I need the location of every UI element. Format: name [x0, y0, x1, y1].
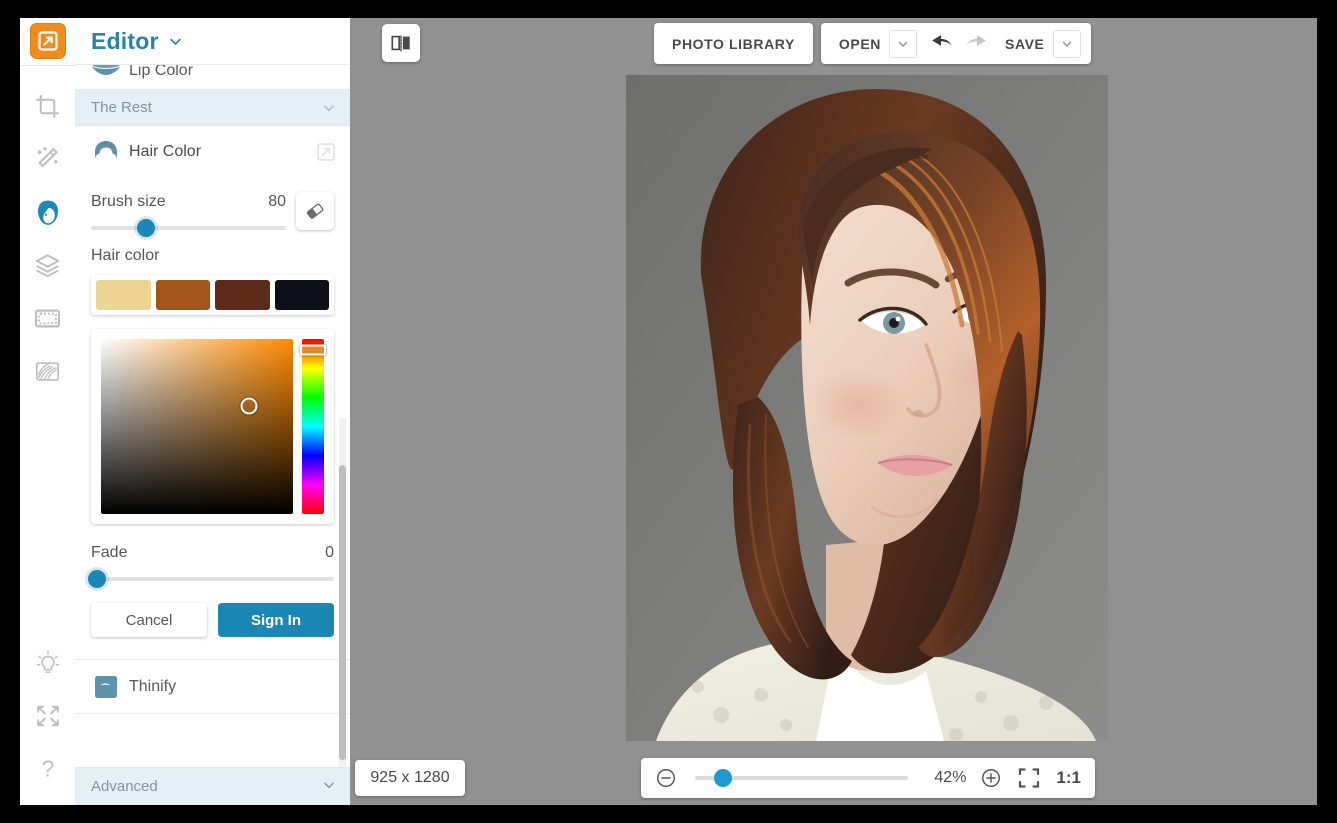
zoom-level-value: 42% [924, 769, 966, 787]
fade-knob[interactable] [88, 570, 106, 588]
tool-item-lip-color[interactable]: Lip Color [75, 65, 350, 90]
save-button[interactable]: SAVE [995, 23, 1053, 64]
brush-size-header: Brush size 80 [91, 189, 286, 211]
page-title: Editor [91, 28, 159, 55]
photo-canvas[interactable] [626, 75, 1108, 741]
open-button[interactable]: OPEN [825, 23, 889, 64]
sidebar-item-crop[interactable] [20, 80, 75, 133]
application-window: ? Editor Lip Color [20, 18, 1317, 805]
cancel-button[interactable]: Cancel [91, 603, 207, 637]
lightbulb-icon[interactable] [20, 636, 75, 689]
chevron-down-icon[interactable] [322, 778, 336, 796]
brush-size-value: 80 [268, 193, 286, 211]
zoom-out-circle-icon[interactable] [653, 765, 679, 791]
fade-value: 0 [325, 544, 334, 562]
scale-icon [91, 672, 129, 702]
file-actions-group: OPEN SAVE [821, 23, 1091, 64]
chevron-down-icon[interactable] [168, 34, 183, 49]
fade-slider[interactable] [91, 577, 334, 581]
canvas-stage: PHOTO LIBRARY OPEN SAVE [350, 18, 1317, 805]
hair-color-swatch-label: Hair color [91, 247, 334, 265]
tool-item-label: Lip Color [129, 65, 336, 80]
expand-icon[interactable] [20, 689, 75, 742]
tool-item-label: Hair Color [129, 143, 315, 161]
rail-secondary-tools: ? [20, 636, 75, 805]
saturation-value-area[interactable] [101, 339, 293, 514]
undo-icon[interactable] [923, 23, 959, 64]
hue-cursor[interactable] [300, 344, 326, 355]
fit-to-screen-icon[interactable] [1016, 765, 1042, 791]
swatch-dark-brown[interactable] [215, 280, 270, 310]
rail-primary-tools [20, 66, 75, 636]
panel-scroll-area: Lip Color The Rest Hair Color [75, 65, 350, 805]
help-icon[interactable]: ? [20, 742, 75, 795]
section-label: Advanced [91, 778, 322, 795]
image-dimensions: 925 x 1280 [355, 760, 465, 796]
sv-cursor[interactable] [240, 397, 257, 414]
hair-color-swatches [91, 275, 334, 315]
fade-header: Fade 0 [91, 524, 334, 562]
panel-scrollbar-thumb[interactable] [339, 465, 346, 760]
panel-header[interactable]: Editor [75, 18, 350, 65]
tool-item-thinify[interactable]: Thinify [75, 659, 350, 714]
brush-size-slider[interactable] [91, 226, 286, 230]
section-label: The Rest [91, 99, 322, 116]
chevron-down-icon[interactable] [322, 101, 336, 115]
zoom-slider[interactable] [695, 776, 908, 780]
redo-icon[interactable] [959, 23, 995, 64]
brush-size-row: Brush size 80 [91, 178, 334, 230]
brush-size-knob[interactable] [137, 219, 155, 237]
sign-in-button[interactable]: Sign In [218, 603, 334, 637]
swatch-blonde[interactable] [96, 280, 151, 310]
zoom-in-circle-icon[interactable] [978, 765, 1004, 791]
section-header-advanced[interactable]: Advanced [75, 767, 350, 805]
tool-item-label: Thinify [129, 678, 336, 696]
zoom-toolbar: 42% 1:1 [641, 758, 1095, 798]
premium-upgrade-icon[interactable] [315, 142, 336, 163]
fade-label: Fade [91, 544, 127, 562]
hue-slider[interactable] [302, 339, 324, 514]
editor-panel: Editor Lip Color The Rest [75, 18, 351, 805]
svg-text:?: ? [41, 756, 54, 782]
swatch-black[interactable] [275, 280, 330, 310]
sidebar-item-beautify[interactable] [20, 186, 75, 239]
hair-icon [91, 139, 129, 165]
action-buttons: Cancel Sign In [91, 581, 334, 651]
color-picker [91, 329, 334, 524]
app-logo-arrow-icon[interactable] [30, 23, 66, 59]
open-dropdown-caret-icon[interactable] [889, 30, 917, 58]
tool-item-hair-color[interactable]: Hair Color [75, 126, 350, 178]
lips-icon [91, 65, 129, 80]
sidebar-item-textures[interactable] [20, 345, 75, 398]
save-dropdown-caret-icon[interactable] [1053, 30, 1081, 58]
sidebar-item-touch-up[interactable] [20, 133, 75, 186]
top-toolbar: PHOTO LIBRARY OPEN SAVE [654, 23, 1091, 64]
sidebar-item-layers[interactable] [20, 239, 75, 292]
brush-size-control: Brush size 80 [91, 189, 286, 230]
hair-color-controls: Brush size 80 [75, 178, 350, 659]
sidebar-item-frames[interactable] [20, 292, 75, 345]
tool-rail: ? [20, 18, 76, 805]
swatch-copper[interactable] [156, 280, 211, 310]
before-after-compare-icon[interactable] [382, 24, 420, 62]
brush-size-label: Brush size [91, 193, 166, 211]
actual-size-button[interactable]: 1:1 [1054, 768, 1083, 788]
zoom-slider-knob[interactable] [714, 769, 732, 787]
section-header-the-rest[interactable]: The Rest [75, 90, 350, 126]
eraser-button[interactable] [296, 192, 334, 230]
photo-library-group: PHOTO LIBRARY [654, 23, 813, 64]
photo-library-button[interactable]: PHOTO LIBRARY [658, 23, 809, 64]
